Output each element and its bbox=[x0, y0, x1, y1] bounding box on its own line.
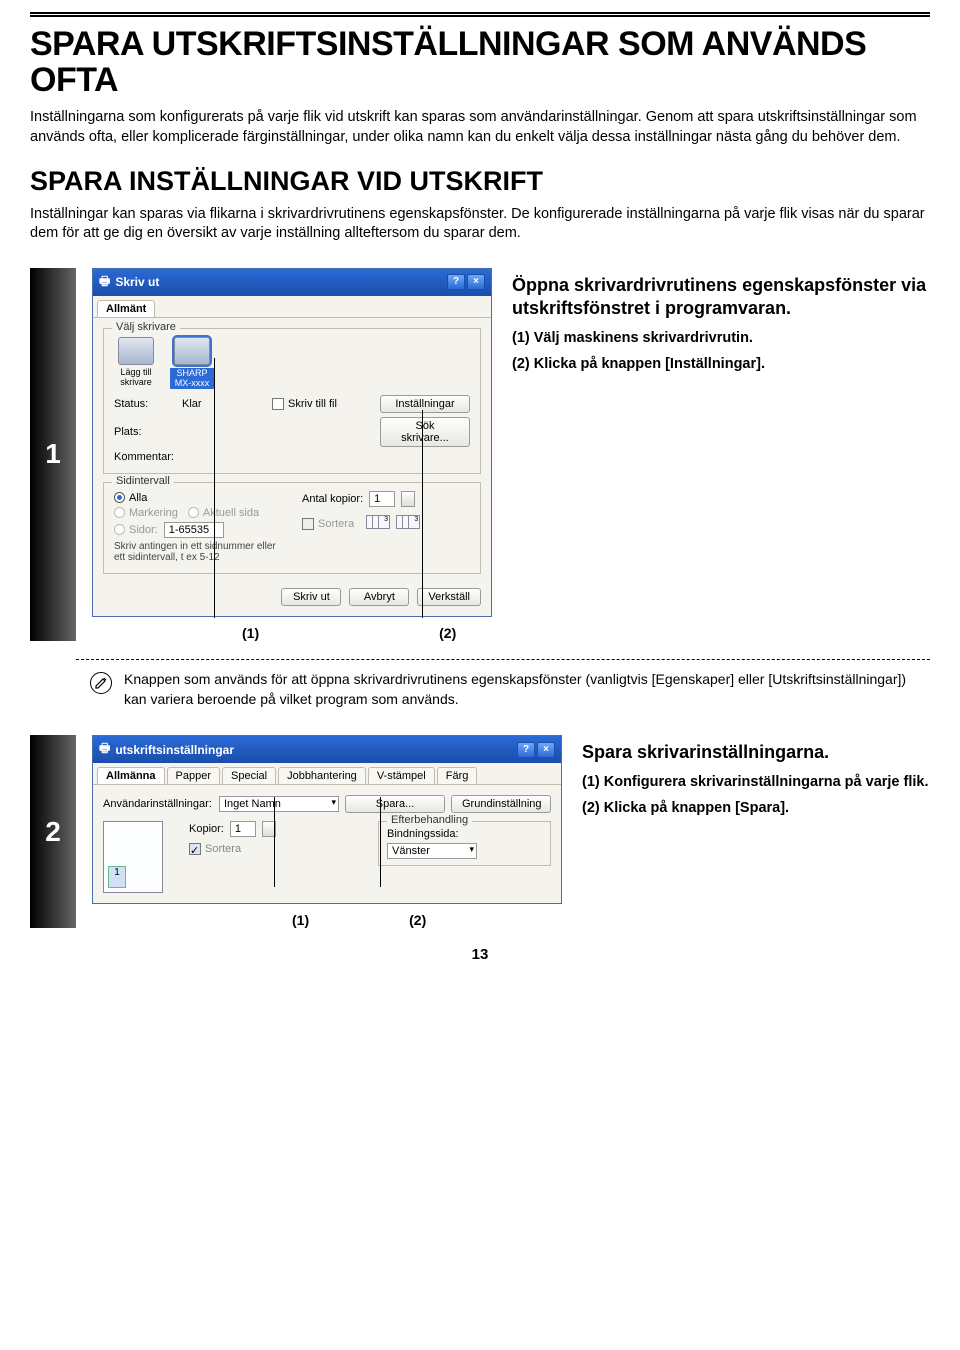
callout-line-2 bbox=[422, 410, 423, 618]
step1-item2: (2) Klicka på knappen [Inställningar]. bbox=[512, 354, 930, 376]
close-button-2[interactable]: × bbox=[537, 742, 555, 758]
radio-current: Aktuell sida bbox=[188, 507, 259, 519]
binding-label: Bindningssida: bbox=[387, 828, 459, 840]
step-number-2: 2 bbox=[30, 735, 76, 928]
settings-button[interactable]: Inställningar bbox=[380, 395, 470, 413]
print-button[interactable]: Skriv ut bbox=[281, 588, 341, 606]
radio-selection: Markering bbox=[114, 507, 178, 519]
preview-page-icon: 1 bbox=[108, 866, 126, 888]
collate-icon: 123 123 bbox=[366, 515, 414, 532]
step-number-1: 1 bbox=[30, 268, 76, 641]
user-settings-dropdown[interactable]: Inget Namn bbox=[219, 796, 339, 812]
dashed-separator bbox=[76, 659, 930, 660]
tab-papper[interactable]: Papper bbox=[167, 767, 220, 784]
apply-button[interactable]: Verkställ bbox=[417, 588, 481, 606]
top-double-rule bbox=[30, 12, 930, 17]
callout-line-4 bbox=[380, 797, 381, 887]
printer-icon: 🖶 bbox=[99, 272, 110, 293]
comment-label: Kommentar: bbox=[114, 451, 174, 463]
status-label: Status: bbox=[114, 398, 174, 410]
copies-spinner[interactable] bbox=[401, 491, 415, 507]
place-label: Plats: bbox=[114, 426, 174, 438]
status-value: Klar bbox=[182, 398, 264, 410]
print-to-file-checkbox[interactable]: Skriv till fil bbox=[272, 398, 372, 410]
print-dialog: 🖶 Skriv ut ? × Allmänt bbox=[92, 268, 492, 617]
tab-vstampel[interactable]: V-stämpel bbox=[368, 767, 435, 784]
help-button-2[interactable]: ? bbox=[517, 742, 535, 758]
radio-pages[interactable]: Sidor: bbox=[114, 524, 158, 536]
collate-checkbox[interactable]: Sortera bbox=[302, 518, 354, 530]
dialog-title-2: utskriftsinställningar bbox=[115, 743, 234, 757]
save-button[interactable]: Spara... bbox=[345, 795, 445, 813]
note-text: Knappen som används för att öppna skriva… bbox=[124, 670, 910, 709]
note-row: Knappen som används för att öppna skriva… bbox=[30, 670, 930, 709]
sub-paragraph: Inställningar kan sparas via flikarna i … bbox=[30, 205, 930, 244]
tab-bar-2: Allmänna Papper Special Jobbhantering V-… bbox=[93, 763, 561, 785]
step1-item1: (1) Välj maskinens skrivardrivrutin. bbox=[512, 328, 930, 350]
tab-general[interactable]: Allmänt bbox=[97, 300, 155, 317]
help-button[interactable]: ? bbox=[447, 274, 465, 290]
sharp-printer-icon[interactable]: SHARP MX-xxxx bbox=[170, 337, 214, 390]
page-h2: SPARA INSTÄLLNINGAR VID UTSKRIFT bbox=[30, 166, 930, 197]
group-finishing: Efterbehandling bbox=[387, 814, 472, 826]
step1-heading: Öppna skrivardrivrutinens egenskapsfönst… bbox=[512, 274, 930, 321]
callout-line-1 bbox=[214, 358, 215, 618]
tab-special[interactable]: Special bbox=[222, 767, 276, 784]
step2-item1: (1) Konfigurera skrivarinställningarna p… bbox=[582, 772, 930, 794]
range-hint: Skriv antingen in ett sidnummer eller et… bbox=[114, 541, 282, 563]
copies-label: Antal kopior: bbox=[302, 493, 363, 505]
callout-3: (1) bbox=[292, 912, 309, 928]
page-number: 13 bbox=[30, 946, 930, 963]
tab-allmanna[interactable]: Allmänna bbox=[97, 767, 165, 784]
user-settings-label: Användarinställningar: bbox=[103, 798, 213, 810]
add-printer-icon[interactable]: Lägg till skrivare bbox=[114, 337, 158, 388]
pencil-icon bbox=[90, 672, 112, 694]
group-page-range: Sidintervall bbox=[112, 475, 174, 487]
kopior-label: Kopior: bbox=[189, 823, 224, 835]
tab-jobb[interactable]: Jobbhantering bbox=[278, 767, 366, 784]
callout-2: (2) bbox=[439, 625, 456, 641]
search-printer-button[interactable]: Sök skrivare... bbox=[380, 417, 470, 447]
dialog-title: Skriv ut bbox=[115, 275, 159, 289]
step-2: 2 🖶 utskriftsinställningar ? × bbox=[30, 735, 930, 928]
close-button[interactable]: × bbox=[467, 274, 485, 290]
step2-item2: (2) Klicka på knappen [Spara]. bbox=[582, 798, 930, 820]
copies-input[interactable]: 1 bbox=[369, 491, 395, 507]
tab-farg[interactable]: Färg bbox=[437, 767, 478, 784]
cancel-button[interactable]: Avbryt bbox=[349, 588, 409, 606]
callout-line-3 bbox=[274, 797, 275, 887]
radio-all[interactable]: Alla bbox=[114, 492, 147, 504]
group-select-printer: Välj skrivare bbox=[112, 321, 180, 333]
page-h1: SPARA UTSKRIFTSINSTÄLLNINGAR SOM ANVÄNDS… bbox=[30, 27, 930, 98]
kopior-input[interactable]: 1 bbox=[230, 821, 256, 837]
print-settings-dialog: 🖶 utskriftsinställningar ? × Allmänna Pa… bbox=[92, 735, 562, 904]
callout-1: (1) bbox=[242, 625, 259, 641]
binding-dropdown[interactable]: Vänster bbox=[387, 843, 477, 859]
sortera-checkbox[interactable]: ✓Sortera bbox=[189, 843, 241, 855]
intro-paragraph: Inställningarna som konfigurerats på var… bbox=[30, 108, 930, 147]
callout-4: (2) bbox=[409, 912, 426, 928]
step2-heading: Spara skrivarinställningarna. bbox=[582, 741, 930, 764]
defaults-button[interactable]: Grundinställning bbox=[451, 795, 551, 813]
printer-icon: 🖶 bbox=[99, 739, 110, 760]
step-1: 1 🖶 Skriv ut ? × bbox=[30, 268, 930, 641]
